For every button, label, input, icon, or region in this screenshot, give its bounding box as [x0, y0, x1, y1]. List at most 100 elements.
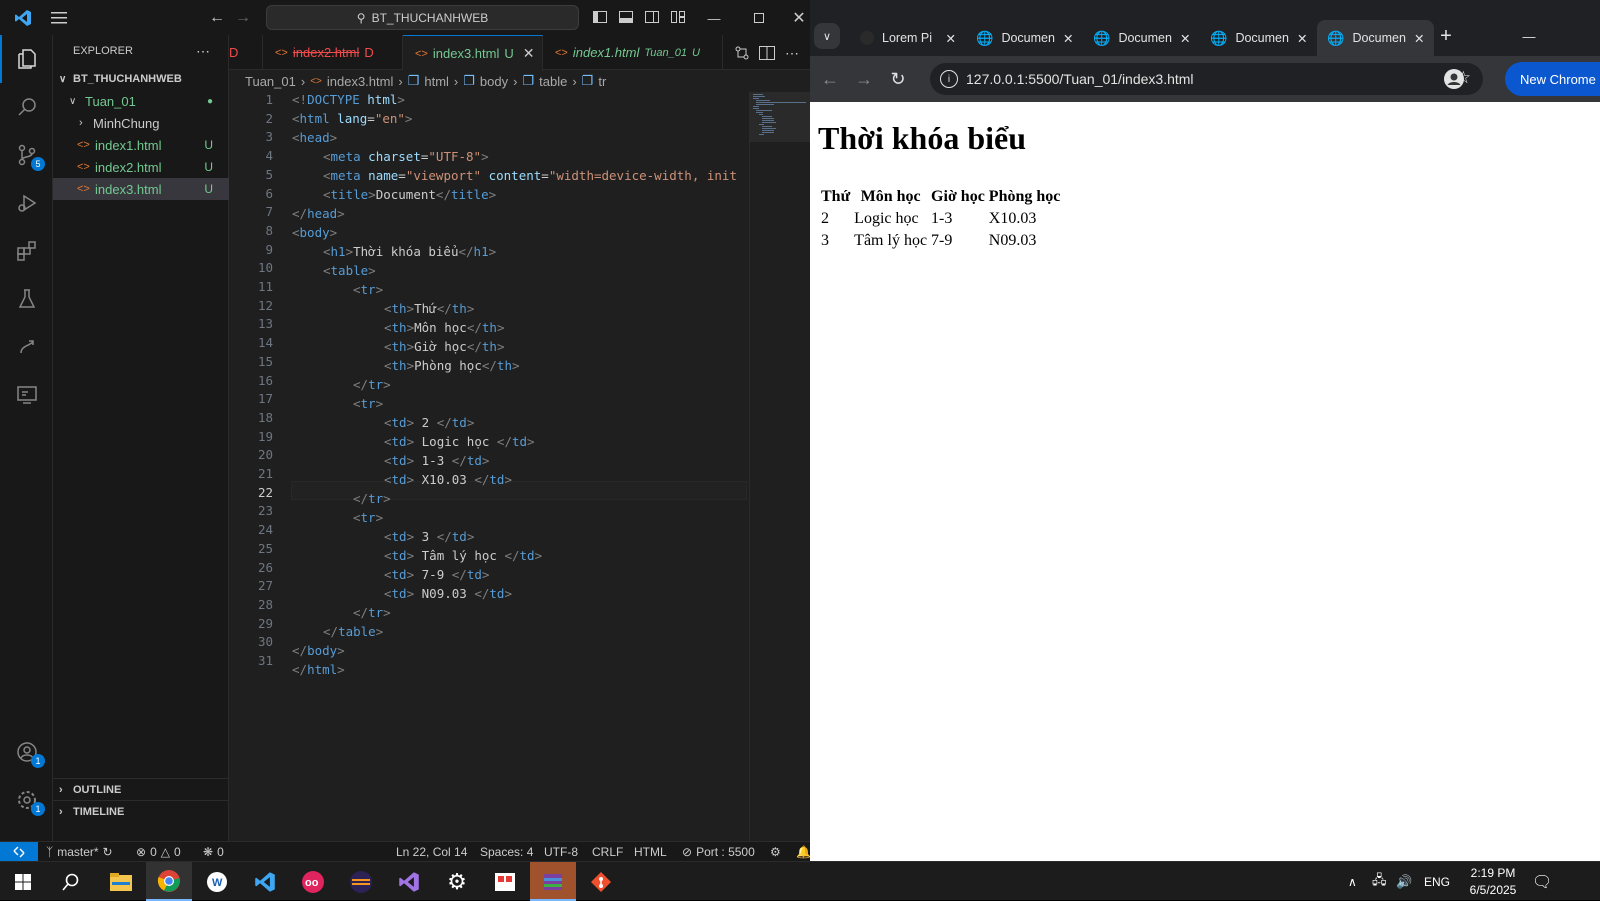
timeline-section[interactable]: › TIMELINE: [53, 800, 229, 822]
tab-close-icon[interactable]: ✕: [1180, 31, 1190, 46]
minimap[interactable]: [749, 92, 810, 841]
remote-explorer-icon[interactable]: [0, 371, 53, 419]
git-icon[interactable]: [578, 862, 624, 901]
app-oo-icon[interactable]: oo: [290, 862, 336, 901]
ports-indicator[interactable]: ❋ 0: [203, 842, 224, 861]
line-number: 5: [265, 166, 273, 182]
remote-indicator-icon[interactable]: [0, 842, 38, 861]
vscode-taskbar-icon[interactable]: [242, 862, 288, 901]
tab-truncated[interactable]: D: [229, 35, 263, 70]
minimize-icon[interactable]: —: [700, 7, 728, 29]
branch-indicator[interactable]: ᛉ master* ↻: [46, 842, 113, 861]
chrome-tab-5-active[interactable]: 🌐 Documen ✕: [1317, 20, 1434, 56]
breadcrumb-table[interactable]: table: [539, 74, 567, 89]
network-icon[interactable]: 🖧: [1372, 862, 1387, 901]
language-indicator[interactable]: ENG: [1424, 862, 1450, 901]
split-editor-icon[interactable]: [757, 43, 777, 63]
back-arrow-icon[interactable]: ←: [816, 65, 844, 93]
tab-index2[interactable]: <> index2.html D: [263, 35, 403, 70]
breadcrumb-file[interactable]: index3.html: [327, 74, 393, 89]
file-index1[interactable]: <> index1.html U: [53, 134, 229, 156]
command-center-search[interactable]: ⚲ BT_THUCHANHWEB: [266, 5, 579, 30]
notifications-bell-icon[interactable]: 🔔: [796, 842, 810, 861]
copilot-icon[interactable]: ⚙: [770, 842, 781, 861]
site-info-icon[interactable]: i: [940, 70, 958, 88]
breadcrumb-folder[interactable]: Tuan_01: [245, 74, 296, 89]
line-number: 30: [257, 634, 273, 650]
close-icon[interactable]: ✕: [788, 7, 810, 29]
timeline-history-icon[interactable]: [0, 323, 53, 371]
back-arrow-icon[interactable]: ←: [206, 7, 228, 29]
toggle-panel-icon[interactable]: [618, 9, 634, 25]
chrome-tab-2[interactable]: 🌐 Documen ✕: [966, 20, 1083, 56]
snipping-tool-icon[interactable]: [482, 862, 528, 901]
menu-icon[interactable]: [48, 7, 70, 29]
new-chrome-available-button[interactable]: New Chrome a: [1505, 62, 1600, 96]
toggle-secondary-sidebar-icon[interactable]: [644, 9, 660, 25]
run-debug-icon[interactable]: [0, 179, 53, 227]
cursor-position[interactable]: Ln 22, Col 14: [396, 842, 467, 861]
tab-index3[interactable]: <> index3.html U ✕: [403, 35, 543, 71]
live-server-port[interactable]: ⊘ Port : 5500: [682, 842, 755, 861]
file-explorer-icon[interactable]: [98, 862, 144, 901]
toggle-primary-sidebar-icon[interactable]: [592, 9, 608, 25]
tab-index1[interactable]: <> index1.html Tuan_01 U: [543, 35, 723, 70]
customize-layout-icon[interactable]: [670, 9, 686, 25]
code-editor[interactable]: 1 2 3 4 5 6 7 8 9 10 11 12 13 14 15 16 17 18 19 20 21 22 23 24 2…: [229, 92, 749, 841]
search-view-icon[interactable]: [0, 83, 53, 131]
new-tab-plus-icon[interactable]: +: [1432, 22, 1460, 50]
breadcrumb-body[interactable]: body: [480, 74, 508, 89]
chrome-tab-4[interactable]: 🌐 Documen ✕: [1200, 20, 1317, 56]
settings-gear-icon[interactable]: 1: [0, 776, 53, 824]
clock[interactable]: 2:19 PM 6/5/2025: [1458, 862, 1528, 901]
settings-gear-icon[interactable]: ⚙: [434, 862, 480, 901]
more-actions-icon[interactable]: ⋯: [782, 43, 802, 63]
windows-start-icon[interactable]: [0, 862, 46, 901]
winrar-icon[interactable]: [530, 862, 576, 901]
chrome-tab-3[interactable]: 🌐 Documen ✕: [1083, 20, 1200, 56]
word-app-icon[interactable]: W: [194, 862, 240, 901]
breadcrumb-tr[interactable]: tr: [598, 74, 606, 89]
outline-section[interactable]: › OUTLINE: [53, 778, 229, 800]
profile-avatar-icon[interactable]: [1440, 65, 1468, 93]
testing-flask-icon[interactable]: [0, 275, 53, 323]
indentation[interactable]: Spaces: 4: [480, 842, 533, 861]
explorer-icon[interactable]: [0, 35, 53, 83]
visual-studio-icon[interactable]: [386, 862, 432, 901]
language-mode[interactable]: HTML: [634, 842, 667, 861]
end-of-line[interactable]: CRLF: [592, 842, 623, 861]
tab-close-icon[interactable]: ✕: [1063, 31, 1073, 46]
reload-icon[interactable]: ↻: [884, 65, 912, 93]
source-control-icon[interactable]: 5: [0, 131, 53, 179]
tab-close-icon[interactable]: ✕: [523, 45, 535, 62]
open-changes-icon[interactable]: [732, 43, 752, 63]
more-actions-icon[interactable]: ⋯: [193, 41, 213, 61]
file-index3[interactable]: <> index3.html U: [53, 178, 229, 200]
forward-arrow-icon[interactable]: →: [232, 7, 254, 29]
problems-indicator[interactable]: ⊗ 0 △ 0: [136, 842, 181, 861]
tab-close-icon[interactable]: ✕: [1297, 31, 1307, 46]
chrome-tab-1[interactable]: Lorem Pi ✕: [850, 20, 966, 56]
extensions-icon[interactable]: [0, 227, 53, 275]
encoding[interactable]: UTF-8: [544, 842, 578, 861]
forward-arrow-icon[interactable]: →: [850, 65, 878, 93]
eclipse-icon[interactable]: [338, 862, 384, 901]
maximize-icon[interactable]: [745, 7, 773, 29]
tab-close-icon[interactable]: ✕: [946, 31, 956, 46]
tab-close-icon[interactable]: ✕: [1414, 31, 1424, 46]
file-index2[interactable]: <> index2.html U: [53, 156, 229, 178]
volume-icon[interactable]: 🔊: [1396, 862, 1412, 901]
breadcrumb-html[interactable]: html: [424, 74, 449, 89]
notification-center-icon[interactable]: 🗨: [1532, 862, 1552, 901]
show-hidden-icons-chevron-icon[interactable]: ∧: [1348, 862, 1357, 901]
folder-tuan01[interactable]: ∨ Tuan_01 ●: [53, 90, 229, 112]
address-bar[interactable]: i 127.0.0.1:5500/Tuan_01/index3.html ☆: [930, 63, 1483, 95]
minimize-icon[interactable]: —: [1515, 22, 1543, 50]
chrome-icon[interactable]: [146, 862, 192, 901]
accounts-icon[interactable]: 1: [0, 728, 53, 776]
tab-search-chevron-icon[interactable]: ∨: [814, 23, 840, 49]
project-root[interactable]: ∨ BT_THUCHANHWEB: [53, 68, 229, 90]
folder-minhchung[interactable]: › MinhChung: [53, 112, 229, 134]
search-icon[interactable]: [48, 862, 94, 901]
line-number: 17: [257, 391, 273, 407]
